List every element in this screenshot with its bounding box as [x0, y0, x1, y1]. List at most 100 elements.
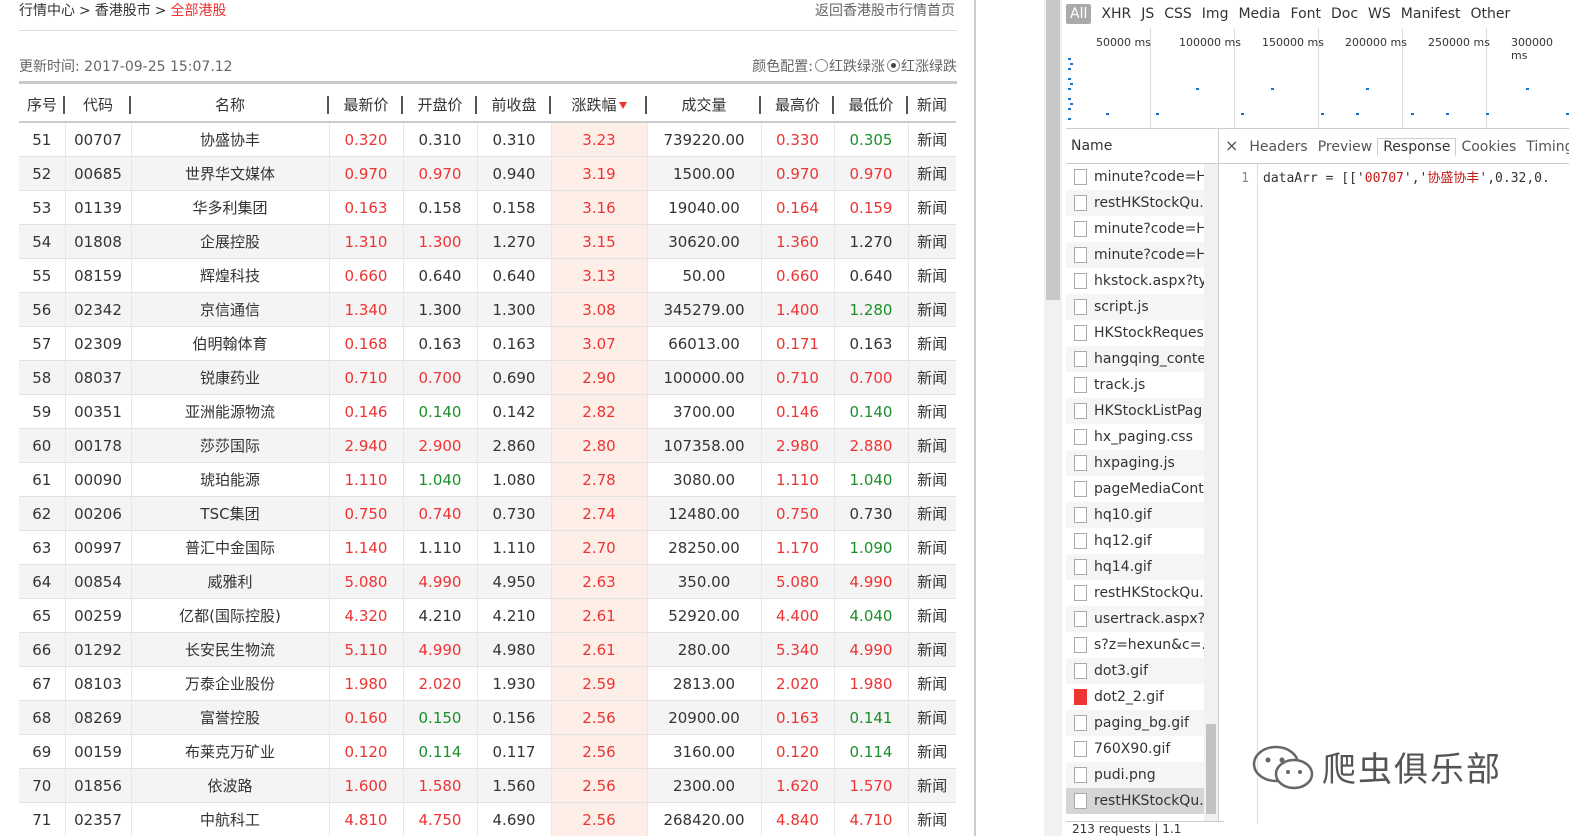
row-news[interactable]: 新闻: [908, 734, 956, 769]
row-name[interactable]: 辉煌科技: [131, 258, 330, 293]
request-item[interactable]: minute?code=H: [1066, 216, 1218, 242]
row-news[interactable]: 新闻: [908, 258, 956, 293]
row-name[interactable]: 万泰企业股份: [131, 666, 330, 701]
row-news[interactable]: 新闻: [908, 326, 956, 361]
request-item[interactable]: paging_bg.gif: [1066, 710, 1218, 736]
request-item[interactable]: restHKStockQu.: [1066, 788, 1218, 814]
request-item[interactable]: minute?code=H: [1066, 164, 1218, 190]
row-news[interactable]: 新闻: [908, 224, 956, 259]
col-header-name[interactable]: 名称: [131, 88, 329, 123]
row-news[interactable]: 新闻: [908, 666, 956, 701]
table-row[interactable]: 55 08159 辉煌科技 0.660 0.640 0.640 3.13 50.00 0.660…: [19, 258, 956, 293]
request-item[interactable]: hangqing_conte: [1066, 346, 1218, 372]
col-header-code[interactable]: 代码: [65, 88, 131, 123]
request-item[interactable]: s?z=hexun&c=.: [1066, 632, 1218, 658]
row-news[interactable]: 新闻: [908, 598, 956, 633]
filter-xhr[interactable]: XHR: [1101, 6, 1131, 22]
tab-preview[interactable]: Preview: [1313, 139, 1378, 155]
tab-cookies[interactable]: Cookies: [1456, 139, 1521, 155]
row-name[interactable]: 亿都(国际控股): [131, 598, 330, 633]
row-name[interactable]: 普汇中金国际: [131, 530, 330, 565]
tab-response[interactable]: Response: [1377, 138, 1457, 156]
row-name[interactable]: 琥珀能源: [131, 462, 330, 497]
row-news[interactable]: 新闻: [908, 122, 956, 157]
table-row[interactable]: 58 08037 锐康药业 0.710 0.700 0.690 2.90 100000.00 0…: [19, 360, 956, 395]
row-name[interactable]: 依波路: [131, 768, 330, 803]
filter-media[interactable]: Media: [1238, 6, 1280, 22]
color-option-2-label[interactable]: 红涨绿跌: [901, 59, 957, 75]
row-name[interactable]: 企展控股: [131, 224, 330, 259]
row-news[interactable]: 新闻: [908, 632, 956, 667]
table-row[interactable]: 66 01292 长安民生物流 5.110 4.990 4.980 2.61 280.00 5.…: [19, 632, 956, 667]
name-column-header[interactable]: Name: [1066, 129, 1218, 164]
row-name[interactable]: 长安民生物流: [131, 632, 330, 667]
color-option-1-radio[interactable]: [815, 59, 828, 72]
filter-other[interactable]: Other: [1471, 6, 1511, 22]
table-row[interactable]: 60 00178 莎莎国际 2.940 2.900 2.860 2.80 107358.00 2…: [19, 428, 956, 463]
request-item[interactable]: dot3.gif: [1066, 658, 1218, 684]
col-header-low[interactable]: 最低价: [834, 88, 908, 123]
request-item[interactable]: hkstock.aspx?ty: [1066, 268, 1218, 294]
request-item[interactable]: hq14.gif: [1066, 554, 1218, 580]
request-item[interactable]: hxpaging.js: [1066, 450, 1218, 476]
request-item[interactable]: hq10.gif: [1066, 502, 1218, 528]
request-item[interactable]: pageMediaCont: [1066, 476, 1218, 502]
row-news[interactable]: 新闻: [908, 156, 956, 191]
back-to-hk-home-link[interactable]: 返回香港股市行情首页: [815, 2, 955, 20]
table-row[interactable]: 65 00259 亿都(国际控股) 4.320 4.210 4.210 2.61 52920.…: [19, 598, 956, 633]
request-item[interactable]: HKStockReques: [1066, 320, 1218, 346]
filter-doc[interactable]: Doc: [1331, 6, 1358, 22]
row-news[interactable]: 新闻: [908, 292, 956, 327]
table-row[interactable]: 71 02357 中航科工 4.810 4.750 4.690 2.56 268420.00 4…: [19, 802, 956, 836]
row-news[interactable]: 新闻: [908, 530, 956, 565]
filter-img[interactable]: Img: [1202, 6, 1229, 22]
table-row[interactable]: 52 00685 世界华文媒体 0.970 0.970 0.940 3.19 1500.00 0…: [19, 156, 956, 191]
table-row[interactable]: 53 01139 华多利集团 0.163 0.158 0.158 3.16 19040.00 0…: [19, 190, 956, 225]
row-news[interactable]: 新闻: [908, 394, 956, 429]
row-name[interactable]: 协盛协丰: [131, 122, 330, 157]
close-detail-icon[interactable]: ×: [1219, 136, 1244, 155]
color-option-2-radio[interactable]: [887, 59, 900, 72]
table-row[interactable]: 61 00090 琥珀能源 1.110 1.040 1.080 2.78 3080.00 1.1…: [19, 462, 956, 497]
request-list-scrollbar[interactable]: [1204, 164, 1218, 836]
table-row[interactable]: 54 01808 企展控股 1.310 1.300 1.270 3.15 30620.00 1.…: [19, 224, 956, 259]
col-header-open[interactable]: 开盘价: [403, 88, 477, 123]
breadcrumb-home-link[interactable]: 行情中心: [19, 3, 75, 19]
request-item[interactable]: HKStockListPag: [1066, 398, 1218, 424]
row-name[interactable]: 布莱克万矿业: [131, 734, 330, 769]
col-header-change-pct[interactable]: 涨跌幅: [551, 88, 647, 123]
filter-ws[interactable]: WS: [1368, 6, 1391, 22]
row-news[interactable]: 新闻: [908, 360, 956, 395]
row-news[interactable]: 新闻: [908, 802, 956, 836]
network-timeline-overview[interactable]: 50000 ms 100000 ms 150000 ms 200000 ms 25000…: [1066, 28, 1569, 129]
response-body[interactable]: 1 dataArr = [['00707','协盛协丰',0.32,0.: [1219, 164, 1569, 824]
row-news[interactable]: 新闻: [908, 190, 956, 225]
request-item[interactable]: 760X90.gif: [1066, 736, 1218, 762]
row-news[interactable]: 新闻: [908, 700, 956, 735]
color-option-1-label[interactable]: 红跌绿涨: [829, 59, 885, 75]
request-item[interactable]: minute?code=H: [1066, 242, 1218, 268]
row-news[interactable]: 新闻: [908, 564, 956, 599]
table-row[interactable]: 69 00159 布莱克万矿业 0.120 0.114 0.117 2.56 3160.00 0…: [19, 734, 956, 769]
filter-manifest[interactable]: Manifest: [1401, 6, 1461, 22]
request-item[interactable]: hq12.gif: [1066, 528, 1218, 554]
row-news[interactable]: 新闻: [908, 428, 956, 463]
col-header-high[interactable]: 最高价: [761, 88, 834, 123]
breadcrumb-hk-link[interactable]: 香港股市: [95, 3, 151, 19]
tab-timing[interactable]: Timing: [1521, 139, 1569, 155]
table-row[interactable]: 64 00854 威雅利 5.080 4.990 4.950 2.63 350.00 5.080…: [19, 564, 956, 599]
filter-js[interactable]: JS: [1141, 6, 1154, 22]
table-row[interactable]: 70 01856 依波路 1.600 1.580 1.560 2.56 2300.00 1.62…: [19, 768, 956, 803]
table-row[interactable]: 63 00997 普汇中金国际 1.140 1.110 1.110 2.70 28250.00…: [19, 530, 956, 565]
request-item[interactable]: restHKStockQu.: [1066, 580, 1218, 606]
col-header-prev-close[interactable]: 前收盘: [477, 88, 551, 123]
row-name[interactable]: 伯明翰体育: [131, 326, 330, 361]
request-item[interactable]: dot2_2.gif: [1066, 684, 1218, 710]
row-name[interactable]: 威雅利: [131, 564, 330, 599]
table-row[interactable]: 62 00206 TSC集团 0.750 0.740 0.730 2.74 12480.00 0…: [19, 496, 956, 531]
col-header-index[interactable]: 序号: [19, 88, 65, 123]
row-name[interactable]: TSC集团: [131, 496, 330, 531]
request-item[interactable]: pudi.png: [1066, 762, 1218, 788]
table-row[interactable]: 68 08269 富誉控股 0.160 0.150 0.156 2.56 20900.00 0.…: [19, 700, 956, 735]
filter-font[interactable]: Font: [1291, 6, 1321, 22]
